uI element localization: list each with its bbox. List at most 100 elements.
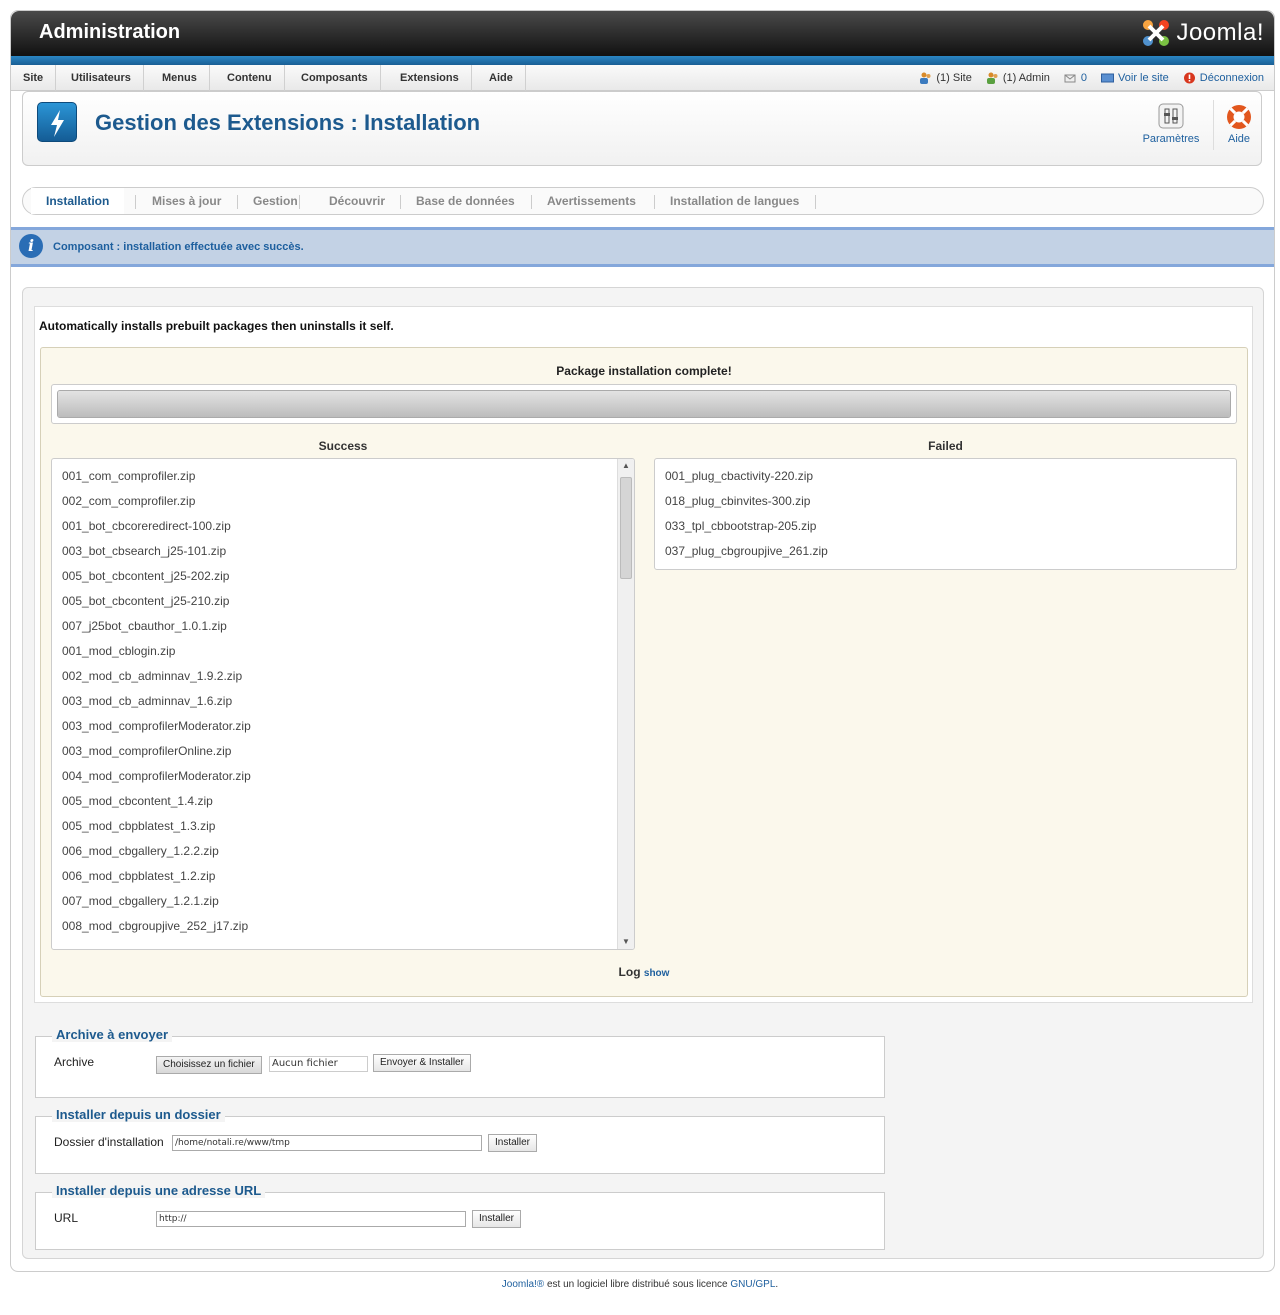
footer-brand-link[interactable]: Joomla!® [502,1279,544,1290]
options-icon [1157,102,1185,130]
tab-manage[interactable]: Gestion [238,188,313,214]
scrollbar[interactable]: ▲ ▼ [617,459,634,949]
help-button[interactable]: Aide [1219,102,1259,145]
tab-separator [815,195,816,209]
tab-installation[interactable]: Installation [31,188,125,214]
directory-input[interactable] [172,1135,482,1151]
install-status: Package installation complete! [556,364,732,378]
footer-license-link[interactable]: GNU/GPL [730,1279,775,1290]
list-item: 018_plug_cbinvites-300.zip [665,494,811,508]
admin-title: Administration [39,21,181,43]
mail-icon [1064,72,1077,84]
url-input[interactable] [156,1211,466,1227]
scroll-thumb[interactable] [620,477,632,579]
directory-label: Dossier d'installation [54,1135,164,1149]
url-legend: Installer depuis une adresse URL [52,1183,266,1198]
toolbar-box: Gestion des Extensions : Installation Pa… [22,91,1262,166]
list-item: 006_mod_cbpblatest_1.2.zip [62,869,216,883]
log-label: Log [618,965,641,979]
menu-users[interactable]: Utilisateurs [59,65,144,91]
options-label: Paramètres [1142,133,1200,145]
joomla-logo[interactable]: Joomla! [1140,17,1264,49]
list-item: 003_bot_cbsearch_j25-101.zip [62,544,227,558]
message-text: Composant : installation effectuée avec … [53,241,304,253]
list-item: 002_com_comprofiler.zip [62,494,196,508]
submenu-tabs: Installation Mises à jour Gestion Découv… [22,187,1264,215]
admin-frame: Administration Joomla! Site Utilisateurs… [10,10,1275,1272]
success-list[interactable]: 001_com_comprofiler.zip 002_com_comprofil… [51,458,635,950]
list-item: 008_mod_cbgroupjive_252_j17.zip [62,919,249,933]
footer-end: . [775,1279,779,1290]
directory-fieldset: Installer depuis un dossier Dossier d'in… [35,1107,885,1174]
tab-separator [135,195,136,209]
status-site-label: (1) Site [936,72,972,84]
list-item: 005_bot_cbcontent_j25-210.zip [62,594,230,608]
extensions-icon [37,102,77,142]
menu-menus[interactable]: Menus [150,65,210,91]
list-item: 002_mod_cb_adminnav_1.9.2.zip [62,669,243,683]
menu-extensions[interactable]: Extensions [388,65,472,91]
upload-install-button[interactable]: Envoyer & Installer [373,1054,471,1072]
no-file-text: Aucun fichier choisi [269,1056,368,1072]
header: Administration Joomla! [11,11,1274,56]
status-bar: (1) Site (1) Admin 0 Voir le site Déconn… [919,65,1264,91]
header-stripe [11,56,1274,65]
success-heading: Success [318,439,368,453]
status-messages[interactable]: 0 [1064,72,1087,84]
list-item: 007_j25bot_cbauthor_1.0.1.zip [62,619,227,633]
options-button[interactable]: Paramètres [1141,102,1201,145]
url-fieldset: Installer depuis une adresse URL URL Ins… [35,1183,885,1250]
choose-file-button[interactable]: Choisissez un fichier [156,1056,262,1074]
scroll-down-icon[interactable]: ▼ [618,935,634,949]
footer: Joomla!® est un logiciel libre distribué… [0,1279,1280,1290]
menu-content[interactable]: Contenu [215,65,285,91]
list-item: 003_mod_comprofilerModerator.zip [62,719,251,733]
status-admin-label: (1) Admin [1002,72,1050,84]
help-label: Aide [1227,133,1251,145]
menu-help[interactable]: Aide [477,65,526,91]
failed-heading: Failed [928,439,963,453]
directory-legend: Installer depuis un dossier [52,1107,225,1122]
joomla-logo-text: Joomla! [1176,19,1264,46]
menu-site[interactable]: Site [11,65,57,91]
menu-components[interactable]: Composants [289,65,381,91]
list-item: 001_mod_cblogin.zip [62,644,176,658]
toolbar-divider [1213,100,1214,150]
logout-icon [1183,72,1196,84]
logout-link[interactable]: Déconnexion [1183,72,1264,84]
list-item: 007_mod_cbgallery_1.2.1.zip [62,894,219,908]
progress-fill [58,391,1230,417]
installer-panel: Automatically installs prebuilt packages… [34,306,1253,1003]
logout-label: Déconnexion [1199,72,1264,84]
joomla-logo-icon [1140,17,1172,49]
log-row: Log show [41,965,1247,979]
upload-legend: Archive à envoyer [52,1027,173,1042]
system-message: i Composant : installation effectuée ave… [11,227,1274,267]
tab-database[interactable]: Base de données [401,188,530,214]
lifebuoy-icon [1224,102,1254,132]
installer-description: Automatically installs prebuilt packages… [39,319,394,333]
tab-languages[interactable]: Installation de langues [655,188,814,214]
upload-label: Archive [54,1055,95,1069]
upload-fieldset: Archive à envoyer Archive Choisissez un … [35,1027,885,1098]
tab-updates[interactable]: Mises à jour [137,188,236,214]
footer-text: est un logiciel libre distribué sous lic… [544,1279,731,1290]
status-admin[interactable]: (1) Admin [986,72,1050,84]
url-install-button[interactable]: Installer [472,1210,522,1228]
status-site[interactable]: (1) Site [919,72,972,84]
failed-items: 001_plug_cbactivity-220.zip 018_plug_cbin… [655,464,1219,564]
view-site-link[interactable]: Voir le site [1101,72,1169,84]
status-messages-count: 0 [1080,72,1088,84]
scroll-up-icon[interactable]: ▲ [618,459,634,473]
list-item: 033_tpl_cbbootstrap-205.zip [665,519,817,533]
tab-separator [299,195,300,209]
directory-install-button[interactable]: Installer [488,1134,538,1152]
log-show-link[interactable]: show [644,968,670,979]
list-item: 005_mod_cbcontent_1.4.zip [62,794,213,808]
progress-bar [51,384,1237,424]
main-content: Automatically installs prebuilt packages… [22,287,1264,1259]
package-installer: Package installation complete! Success F… [40,347,1248,997]
tab-warnings[interactable]: Avertissements [532,188,651,214]
tab-discover[interactable]: Découvrir [314,188,400,214]
users-icon [919,72,932,84]
